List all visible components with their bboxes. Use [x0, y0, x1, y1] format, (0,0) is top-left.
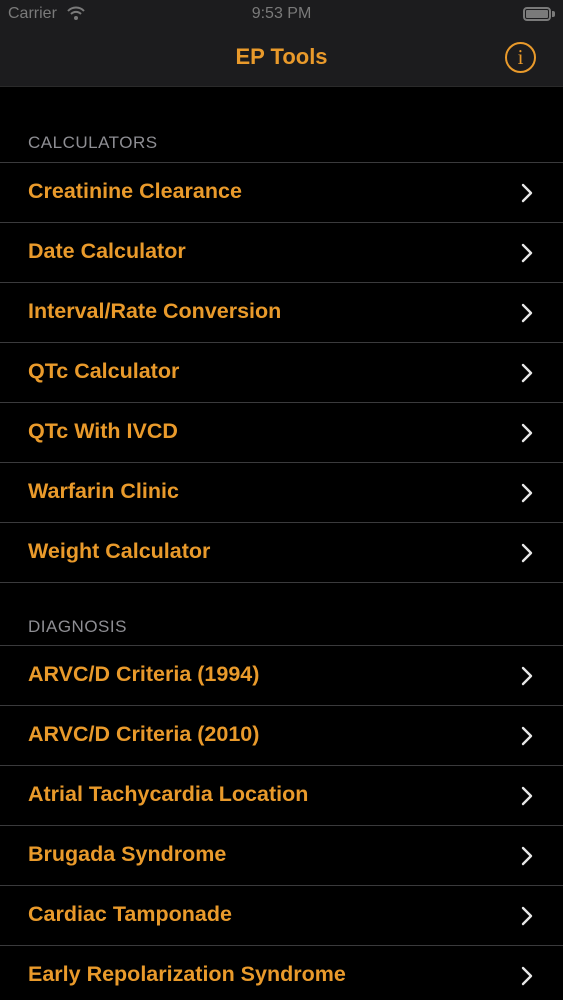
list-item-label: Brugada Syndrome — [28, 842, 227, 866]
list-item-label: Early Repolarization Syndrome — [28, 962, 346, 986]
list-item-cardiac-tamponade[interactable]: Cardiac Tamponade — [0, 886, 563, 946]
list-item-qtc-with-ivcd[interactable]: QTc With IVCD — [0, 403, 563, 463]
list-item-label: QTc With IVCD — [28, 419, 178, 443]
battery-icon — [523, 7, 551, 21]
list-item-creatinine-clearance[interactable]: Creatinine Clearance — [0, 163, 563, 223]
chevron-right-icon — [521, 966, 539, 986]
chevron-right-icon — [521, 423, 539, 443]
chevron-right-icon — [521, 303, 539, 323]
list-item-label: ARVC/D Criteria (1994) — [28, 662, 260, 686]
chevron-right-icon — [521, 363, 539, 383]
list-item-label: Interval/Rate Conversion — [28, 299, 282, 323]
list-item-date-calculator[interactable]: Date Calculator — [0, 223, 563, 283]
chevron-right-icon — [521, 183, 539, 203]
list-item-interval-rate-conversion[interactable]: Interval/Rate Conversion — [0, 283, 563, 343]
chevron-right-icon — [521, 483, 539, 503]
list-item-early-repolarization-syndrome[interactable]: Early Repolarization Syndrome — [0, 946, 563, 1000]
list-item-label: Date Calculator — [28, 239, 186, 263]
list-item-brugada-syndrome[interactable]: Brugada Syndrome — [0, 826, 563, 886]
list-item-arvcd-criteria-2010[interactable]: ARVC/D Criteria (2010) — [0, 706, 563, 766]
section-header-calculators: CALCULATORS — [28, 133, 158, 152]
list-item-label: Creatinine Clearance — [28, 179, 242, 203]
list-item-weight-calculator[interactable]: Weight Calculator — [0, 523, 563, 583]
list-item-atrial-tachycardia-location[interactable]: Atrial Tachycardia Location — [0, 766, 563, 826]
section-header-diagnosis: DIAGNOSIS — [28, 617, 127, 636]
chevron-right-icon — [521, 726, 539, 746]
list-item-label: Weight Calculator — [28, 539, 211, 563]
diagnosis-list: ARVC/D Criteria (1994) ARVC/D Criteria (… — [0, 645, 563, 1000]
chevron-right-icon — [521, 243, 539, 263]
chevron-right-icon — [521, 666, 539, 686]
list-item-qtc-calculator[interactable]: QTc Calculator — [0, 343, 563, 403]
chevron-right-icon — [521, 543, 539, 563]
chevron-right-icon — [521, 906, 539, 926]
list-item-label: ARVC/D Criteria (2010) — [28, 722, 260, 746]
list-item-label: Cardiac Tamponade — [28, 902, 232, 926]
list-item-warfarin-clinic[interactable]: Warfarin Clinic — [0, 463, 563, 523]
info-circle-icon[interactable]: i — [505, 42, 536, 73]
battery-tip — [552, 11, 555, 17]
calculators-list: Creatinine Clearance Date Calculator Int… — [0, 162, 563, 583]
chevron-right-icon — [521, 846, 539, 866]
status-time: 9:53 PM — [251, 5, 312, 22]
status-bar: Carrier 9:53 PM — [0, 0, 563, 30]
navigation-bar: EP Tools i — [0, 30, 563, 87]
list-item-arvcd-criteria-1994[interactable]: ARVC/D Criteria (1994) — [0, 646, 563, 706]
list-item-label: Warfarin Clinic — [28, 479, 179, 503]
chevron-right-icon — [521, 786, 539, 806]
list-item-label: Atrial Tachycardia Location — [28, 782, 309, 806]
list-item-label: QTc Calculator — [28, 359, 180, 383]
page-title: EP Tools — [235, 44, 328, 69]
